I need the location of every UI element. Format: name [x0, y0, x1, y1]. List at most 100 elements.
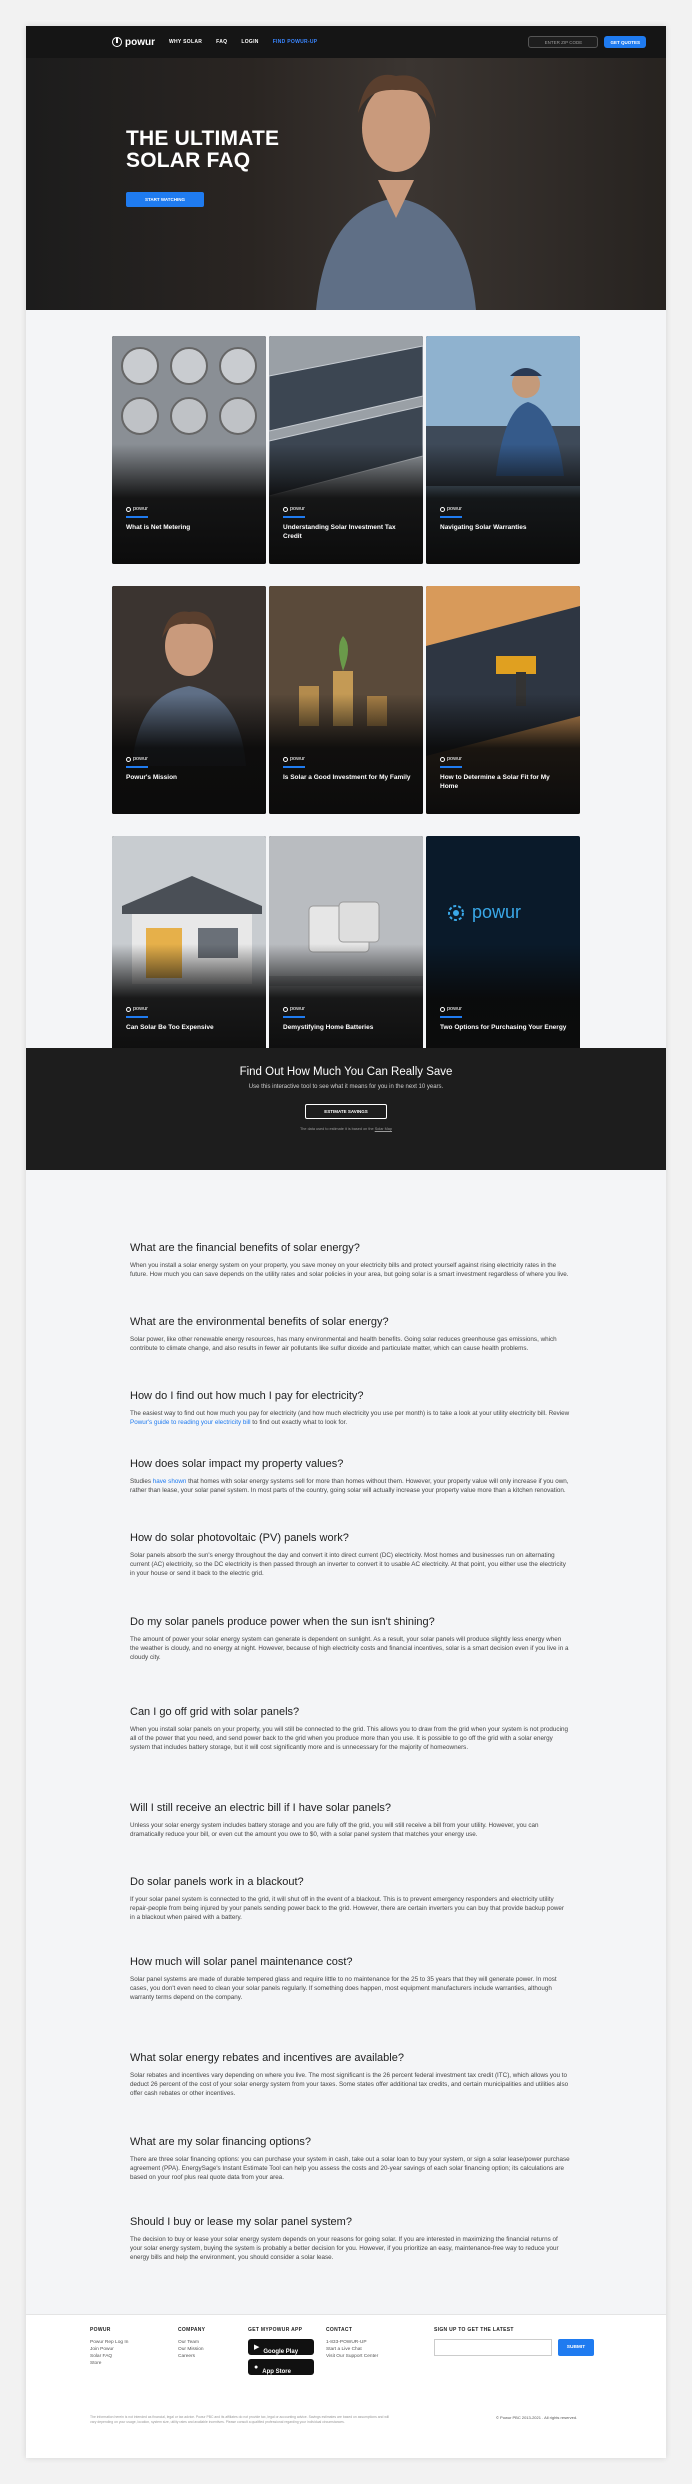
faq-answer: Studies have shown that homes with solar…	[130, 1477, 570, 1495]
video-card-expensive[interactable]: powur Can Solar Be Too Expensive	[112, 836, 266, 1064]
power-icon	[283, 1006, 288, 1012]
power-icon	[112, 37, 122, 47]
video-card-tax-credit[interactable]: powur Understanding Solar Investment Tax…	[269, 336, 423, 564]
card-brand-text: powur	[447, 756, 462, 762]
footer-link[interactable]: Start a Live Chat	[326, 2346, 378, 2353]
power-icon	[126, 1006, 131, 1012]
video-card-batteries[interactable]: powur Demystifying Home Batteries	[269, 836, 423, 1064]
copyright: © Powur PBC 2013-2021 . All rights reser…	[496, 2415, 578, 2420]
email-field[interactable]	[434, 2339, 552, 2356]
google-play-label: Google Play	[263, 2349, 299, 2355]
top-nav: powur WHY SOLAR FAQ LOGIN FIND POWUR-UP …	[26, 26, 666, 58]
footer: POWUR Powur Rep Log In Join Powur Solar …	[26, 2314, 666, 2458]
card-accent-line	[126, 766, 148, 768]
footer-link[interactable]: 1-833-POWUR-UP	[326, 2339, 378, 2346]
nav-link-find-powur-up[interactable]: FIND POWUR-UP	[273, 39, 318, 45]
submit-button[interactable]: SUBMIT	[558, 2339, 594, 2356]
start-watching-button[interactable]: START WATCHING	[126, 192, 204, 207]
card-brand-text: powur	[290, 506, 305, 512]
get-quotes-button[interactable]: GET QUOTES	[604, 36, 646, 48]
video-card-investment[interactable]: powur Is Solar a Good Investment for My …	[269, 586, 423, 814]
faq-answer-text: Studies	[130, 1478, 153, 1485]
faq-item: How do I find out how much I pay for ele…	[130, 1390, 570, 1427]
card-accent-line	[283, 516, 305, 518]
faq-question: Will I still receive an electric bill if…	[130, 1802, 392, 1814]
video-card-net-metering[interactable]: powur What is Net Metering	[112, 336, 266, 564]
card-accent-line	[440, 766, 462, 768]
card-brand: powur	[126, 506, 148, 512]
footer-link[interactable]: Our Team	[178, 2339, 205, 2346]
footer-heading: CONTACT	[326, 2327, 353, 2333]
card-title: Powur's Mission	[126, 774, 178, 781]
card-brand: powur	[283, 1006, 305, 1012]
google-play-text: GET IT ON Google Play	[263, 2336, 298, 2358]
footer-link[interactable]: Join Powur	[90, 2346, 128, 2353]
card-accent-line	[283, 1016, 305, 1018]
footer-col-contact: CONTACT 1-833-POWUR-UP Start a Live Chat…	[326, 2327, 378, 2360]
faq-item: How much will solar panel maintenance co…	[130, 1956, 570, 2003]
faq-question: What are the financial benefits of solar…	[130, 1242, 360, 1254]
faq-answer: The easiest way to find out how much you…	[130, 1409, 570, 1427]
card-brand-text: powur	[447, 506, 462, 512]
video-card-two-options[interactable]: powur powur Two Options for Purchasing Y…	[426, 836, 580, 1064]
card-shade	[112, 444, 266, 564]
zip-code-input[interactable]: ENTER ZIP CODE	[528, 36, 599, 48]
faq-question: Can I go off grid with solar panels?	[130, 1706, 300, 1718]
estimate-note: The data used to estimate it is based on…	[26, 1127, 666, 1131]
footer-link[interactable]: Visit Our Support Center	[326, 2353, 378, 2360]
faq-question: Do solar panels work in a blackout?	[130, 1876, 304, 1888]
card-brand: powur	[440, 506, 462, 512]
card-brand: powur	[126, 756, 148, 762]
card-title: Two Options for Purchasing Your Energy	[440, 1024, 567, 1031]
faq-item: Do solar panels work in a blackout? If y…	[130, 1876, 570, 1923]
nav-link-why-solar[interactable]: WHY SOLAR	[169, 39, 202, 45]
studies-link[interactable]: have shown	[153, 1478, 187, 1485]
powur-logo[interactable]: powur	[112, 37, 155, 48]
faq-answer: Solar panel systems are made of durable …	[130, 1976, 557, 2002]
estimate-subtitle: Use this interactive tool to see what it…	[248, 1084, 444, 1090]
powur-logo-text: powur	[472, 902, 522, 922]
estimate-savings-button[interactable]: ESTIMATE SAVINGS	[305, 1104, 387, 1119]
faq-answer-text: The easiest way to find out how much you…	[130, 1410, 570, 1417]
video-card-warranties[interactable]: powur Navigating Solar Warranties	[426, 336, 580, 564]
footer-heading: POWUR	[90, 2327, 111, 2333]
faq-question: What solar energy rebates and incentives…	[130, 2052, 404, 2064]
nav-link-faq[interactable]: FAQ	[216, 39, 227, 45]
card-shade	[112, 944, 266, 1064]
google-play-badge[interactable]: ▶ GET IT ON Google Play	[248, 2336, 314, 2358]
card-title: Demystifying Home Batteries	[283, 1024, 374, 1031]
footer-link[interactable]: Careers	[178, 2353, 205, 2360]
faq-answer-text: to find out exactly what to look for.	[250, 1419, 348, 1427]
solar-map-link[interactable]: Solar Map	[375, 1127, 392, 1131]
card-accent-line	[283, 766, 305, 768]
estimate-savings-section: Find Out How Much You Can Really Save Us…	[26, 1048, 666, 1170]
card-brand-text: powur	[447, 1006, 462, 1012]
power-icon	[126, 756, 131, 762]
footer-link[interactable]: Solar FAQ	[90, 2353, 128, 2360]
nav-link-login[interactable]: LOGIN	[241, 39, 258, 45]
app-store-badge[interactable]: ● Download on the App Store	[248, 2356, 314, 2375]
video-card-solar-fit[interactable]: powur How to Determine a Solar Fit for M…	[426, 586, 580, 814]
hero-title: THE ULTIMATE SOLAR FAQ	[126, 127, 280, 172]
footer-disclaimer: The information herein is not intended a…	[90, 2415, 390, 2424]
footer-link[interactable]: Store	[90, 2360, 128, 2367]
video-card-mission[interactable]: powur Powur's Mission	[112, 586, 266, 814]
card-brand-text: powur	[290, 756, 305, 762]
card-brand-text: powur	[290, 1006, 305, 1012]
footer-col-powur: POWUR Powur Rep Log In Join Powur Solar …	[90, 2327, 128, 2367]
card-brand: powur	[126, 1006, 148, 1012]
card-brand: powur	[440, 756, 462, 762]
card-title: Can Solar Be Too Expensive	[126, 1024, 214, 1031]
card-brand: powur	[283, 756, 305, 762]
hero: THE ULTIMATE SOLAR FAQ START WATCHING	[26, 58, 666, 310]
power-icon	[283, 506, 288, 512]
electricity-bill-guide-link[interactable]: Powur's guide to reading your electricit…	[130, 1419, 251, 1426]
faq-item: Can I go off grid with solar panels? Whe…	[130, 1706, 570, 1753]
google-play-small: GET IT ON	[263, 2336, 280, 2340]
footer-link[interactable]: Our Mission	[178, 2346, 205, 2353]
footer-col-company: COMPANY Our Team Our Mission Careers	[178, 2327, 205, 2360]
footer-link[interactable]: Powur Rep Log In	[90, 2339, 128, 2346]
faq-answer-text: that homes with solar energy systems sel…	[130, 1478, 569, 1495]
power-icon	[440, 1006, 445, 1012]
powur-logo-large: powur	[446, 902, 521, 923]
